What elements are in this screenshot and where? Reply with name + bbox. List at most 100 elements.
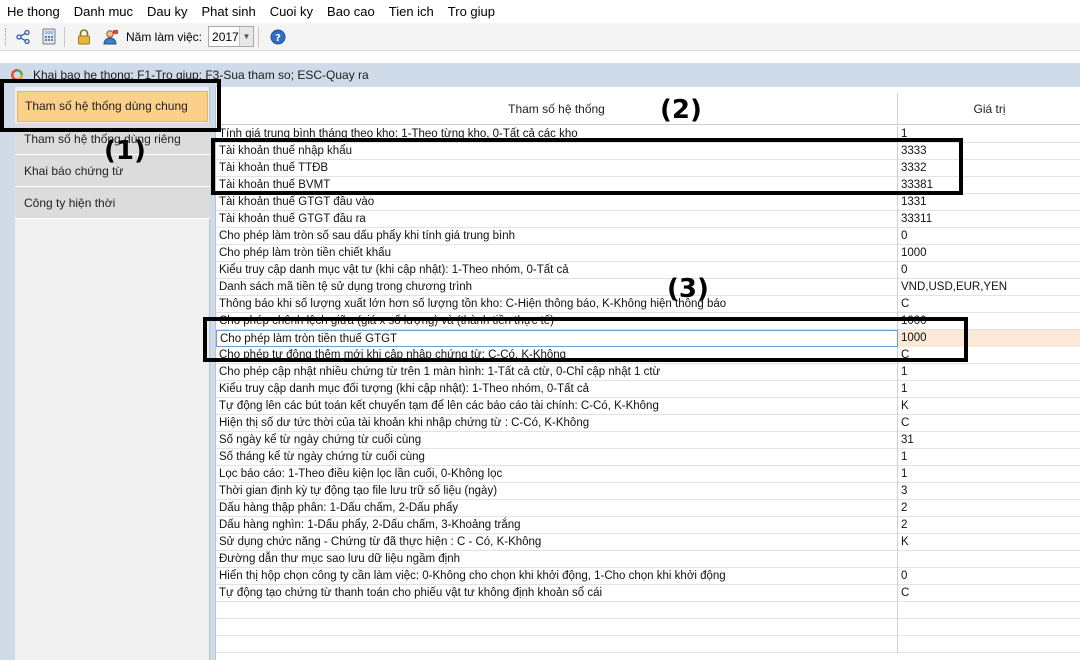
toolbar-separator	[258, 26, 260, 47]
parameter-name-cell[interactable]: Đường dẫn thư mục sao lưu dữ liệu ngầm đ…	[216, 551, 898, 568]
parameter-value-cell[interactable]	[898, 551, 1080, 568]
menu-dau-ky[interactable]: Dau ky	[140, 0, 194, 23]
parameter-name-cell[interactable]: Tự động lên các bút toán kết chuyển tạm …	[216, 398, 898, 415]
parameter-name-cell[interactable]: Hiển thị hộp chọn công ty cần làm việc: …	[216, 568, 898, 585]
parameter-name-cell[interactable]: Thời gian định kỳ tự động tạo file lưu t…	[216, 483, 898, 500]
chevron-down-icon[interactable]: ▼	[239, 27, 254, 46]
table-row[interactable]: Số tháng kể từ ngày chứng từ cuối cùng 1	[216, 449, 1080, 466]
empty-row	[216, 602, 1080, 619]
menu-danh-muc[interactable]: Danh muc	[67, 0, 140, 23]
parameter-value-cell[interactable]: 2	[898, 517, 1080, 534]
table-row[interactable]: Tự động tạo chứng từ thanh toán cho phiế…	[216, 585, 1080, 602]
parameter-value-cell[interactable]: 31	[898, 432, 1080, 449]
table-row[interactable]: Dấu hàng nghìn: 1-Dấu phẩy, 2-Dấu chấm, …	[216, 517, 1080, 534]
parameter-value-cell[interactable]: C	[898, 585, 1080, 602]
parameter-name-cell[interactable]: Tự động tạo chứng từ thanh toán cho phiế…	[216, 585, 898, 602]
parameter-name-cell[interactable]: Cho phép làm tròn tiền chiết khấu	[216, 245, 898, 262]
toolbar: Năm làm việc: 2017 ▼ ?	[0, 23, 1080, 51]
parameter-name-cell[interactable]: Kiểu truy cập danh mục vật tư (khi cập n…	[216, 262, 898, 279]
parameter-value-cell[interactable]: 1	[898, 466, 1080, 483]
parameter-value-cell[interactable]: K	[898, 398, 1080, 415]
parameter-name-cell[interactable]: Cho phép cập nhật nhiều chứng từ trên 1 …	[216, 364, 898, 381]
menu-tien-ich[interactable]: Tien ich	[382, 0, 441, 23]
user-icon[interactable]	[99, 26, 121, 48]
parameter-name-cell[interactable]: Số ngày kể từ ngày chứng từ cuối cùng	[216, 432, 898, 449]
parameter-name-cell[interactable]: Tài khoản thuế GTGT đầu ra	[216, 211, 898, 228]
parameter-value-cell[interactable]: 1	[898, 364, 1080, 381]
table-row[interactable]: Tài khoản thuế GTGT đầu ra 33311	[216, 211, 1080, 228]
parameter-name-cell[interactable]: Sử dụng chức năng - Chứng từ đã thực hiệ…	[216, 534, 898, 551]
toolbar-separator	[64, 26, 65, 47]
table-row[interactable]: Tự động lên các bút toán kết chuyển tạm …	[216, 398, 1080, 415]
working-year-select[interactable]: 2017 ▼	[208, 26, 255, 47]
annotation-label-3: (3)	[667, 274, 709, 304]
toolbar-grip[interactable]	[5, 27, 8, 46]
table-row[interactable]: Kiểu truy cập danh mục vật tư (khi cập n…	[216, 262, 1080, 279]
table-row[interactable]: Sử dụng chức năng - Chứng từ đã thực hiệ…	[216, 534, 1080, 551]
table-row[interactable]: Cho phép làm tròn tiền chiết khấu 1000	[216, 245, 1080, 262]
parameter-value-cell[interactable]: 3	[898, 483, 1080, 500]
empty-cell	[898, 619, 1080, 636]
working-year-value: 2017	[212, 29, 239, 44]
menu-he-thong[interactable]: He thong	[0, 0, 67, 23]
table-row[interactable]: Kiểu truy cập danh mục đối tượng (khi cậ…	[216, 381, 1080, 398]
sidebar: Tham số hệ thống dùng chung Tham số hệ t…	[15, 87, 210, 660]
parameter-value-cell[interactable]: 1331	[898, 194, 1080, 211]
parameter-name-cell[interactable]: Thông báo khi số lượng xuất lớn hơn số l…	[216, 296, 898, 313]
table-row[interactable]: Thông báo khi số lượng xuất lớn hơn số l…	[216, 296, 1080, 313]
parameter-value-cell[interactable]: K	[898, 534, 1080, 551]
table-row[interactable]: Hiển thị hộp chọn công ty cần làm việc: …	[216, 568, 1080, 585]
table-row[interactable]: Cho phép cập nhật nhiều chứng từ trên 1 …	[216, 364, 1080, 381]
table-row[interactable]: Cho phép làm tròn số sau dấu phẩy khi tí…	[216, 228, 1080, 245]
svg-text:?: ?	[275, 33, 281, 44]
menu-tro-giup[interactable]: Tro giup	[441, 0, 502, 23]
parameter-name-cell[interactable]: Lọc báo cáo: 1-Theo điều kiện lọc lần cu…	[216, 466, 898, 483]
table-row[interactable]: Danh sách mã tiền tệ sử dụng trong chươn…	[216, 279, 1080, 296]
menu-cuoi-ky[interactable]: Cuoi ky	[263, 0, 320, 23]
lock-icon[interactable]	[73, 26, 95, 48]
share-icon[interactable]	[12, 26, 34, 48]
parameter-name-cell[interactable]: Số tháng kể từ ngày chứng từ cuối cùng	[216, 449, 898, 466]
parameter-name-cell[interactable]: Danh sách mã tiền tệ sử dụng trong chươn…	[216, 279, 898, 296]
table-row[interactable]: Dấu hàng thập phân: 1-Dấu chấm, 2-Dấu ph…	[216, 500, 1080, 517]
menu-phat-sinh[interactable]: Phat sinh	[194, 0, 262, 23]
table-row[interactable]: Số ngày kể từ ngày chứng từ cuối cùng 31	[216, 432, 1080, 449]
column-header-value[interactable]: Giá trị	[898, 93, 1080, 125]
parameter-name-cell[interactable]: Dấu hàng thập phân: 1-Dấu chấm, 2-Dấu ph…	[216, 500, 898, 517]
empty-cell	[216, 619, 898, 636]
sidebar-item-current-company[interactable]: Công ty hiện thời	[15, 187, 210, 219]
parameter-name-cell[interactable]: Cho phép làm tròn số sau dấu phẩy khi tí…	[216, 228, 898, 245]
parameter-name-cell[interactable]: Dấu hàng nghìn: 1-Dấu phẩy, 2-Dấu chấm, …	[216, 517, 898, 534]
empty-cell	[898, 602, 1080, 619]
table-row[interactable]: Đường dẫn thư mục sao lưu dữ liệu ngầm đ…	[216, 551, 1080, 568]
table-row[interactable]: Thời gian định kỳ tự động tạo file lưu t…	[216, 483, 1080, 500]
empty-cell	[898, 636, 1080, 653]
parameter-value-cell[interactable]: 0	[898, 228, 1080, 245]
menu-bar: He thong Danh muc Dau ky Phat sinh Cuoi …	[0, 0, 1080, 23]
annotation-box-1	[0, 79, 221, 132]
parameter-value-cell[interactable]: VND,USD,EUR,YEN	[898, 279, 1080, 296]
parameter-name-cell[interactable]: Hiện thị số dư tức thời của tài khoản kh…	[216, 415, 898, 432]
parameter-value-cell[interactable]: 1	[898, 449, 1080, 466]
empty-row	[216, 636, 1080, 653]
menu-bao-cao[interactable]: Bao cao	[320, 0, 382, 23]
table-row[interactable]: Hiện thị số dư tức thời của tài khoản kh…	[216, 415, 1080, 432]
parameter-value-cell[interactable]: C	[898, 415, 1080, 432]
parameter-name-cell[interactable]: Kiểu truy cập danh mục đối tượng (khi cậ…	[216, 381, 898, 398]
parameter-value-cell[interactable]: 2	[898, 500, 1080, 517]
parameter-value-cell[interactable]: 0	[898, 262, 1080, 279]
calculator-icon[interactable]	[38, 26, 60, 48]
parameter-name-cell[interactable]: Tài khoản thuế GTGT đầu vào	[216, 194, 898, 211]
parameter-value-cell[interactable]: C	[898, 296, 1080, 313]
parameter-value-cell[interactable]: 1000	[898, 245, 1080, 262]
toolbar-gap	[0, 52, 1080, 63]
table-row[interactable]: Tài khoản thuế GTGT đầu vào 1331	[216, 194, 1080, 211]
annotation-label-2: (2)	[660, 95, 702, 125]
parameter-value-cell[interactable]: 0	[898, 568, 1080, 585]
help-icon[interactable]: ?	[267, 26, 289, 48]
column-header-parameter[interactable]: Tham số hệ thống	[216, 93, 898, 125]
working-year-label: Năm làm việc:	[126, 29, 203, 44]
parameter-value-cell[interactable]: 33311	[898, 211, 1080, 228]
table-row[interactable]: Lọc báo cáo: 1-Theo điều kiện lọc lần cu…	[216, 466, 1080, 483]
parameter-value-cell[interactable]: 1	[898, 381, 1080, 398]
